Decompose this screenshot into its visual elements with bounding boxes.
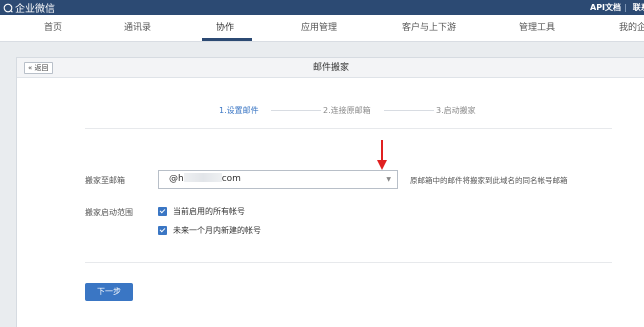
brand-name: 企业微信: [15, 4, 55, 15]
target-mailbox-select[interactable]: @h com ▼: [158, 170, 398, 189]
step-connect-mailbox: 2.连接原邮箱: [323, 106, 371, 115]
step-setup-mail: 1.设置邮件: [219, 106, 259, 115]
option-current-accounts[interactable]: 当前启用的所有帐号: [158, 206, 245, 217]
step-start-migration: 3.启动搬家: [436, 106, 476, 115]
nav-item-home[interactable]: 首页: [44, 15, 62, 42]
nav-active-underline: [202, 38, 252, 41]
step-connector: [384, 110, 434, 111]
checkbox-checked[interactable]: [158, 226, 167, 235]
brand[interactable]: 企业微信: [3, 0, 55, 15]
top-link-separator: |: [624, 3, 627, 12]
top-bar: 企业微信 API文档 | 联系: [0, 0, 644, 15]
option-future-accounts[interactable]: 未来一个月内新建的帐号: [158, 225, 261, 236]
main-nav: 首页 通讯录 协作 应用管理 客户与上下游 管理工具 我的企: [0, 15, 644, 42]
page-title: 邮件搬家: [312, 63, 349, 73]
target-mailbox-label: 搬家至邮箱: [85, 176, 125, 185]
option-label: 未来一个月内新建的帐号: [173, 226, 261, 235]
divider: [85, 128, 612, 129]
back-button[interactable]: « 返回: [24, 62, 53, 74]
api-doc-link[interactable]: API文档: [590, 2, 621, 13]
target-mailbox-suffix: com: [221, 174, 241, 184]
scope-label: 搬家启动范围: [85, 208, 133, 217]
option-label: 当前启用的所有帐号: [173, 207, 245, 216]
chevron-down-icon: ▼: [386, 176, 391, 183]
nav-item-management-tools[interactable]: 管理工具: [519, 15, 555, 42]
next-step-button[interactable]: 下一步: [85, 283, 133, 301]
panel-header: 邮件搬家 « 返回: [17, 58, 644, 78]
top-links: API文档 | 联系: [584, 0, 644, 15]
contact-link[interactable]: 联系: [633, 2, 644, 13]
nav-item-customers[interactable]: 客户与上下游: [402, 15, 456, 42]
nav-item-app-management[interactable]: 应用管理: [301, 15, 337, 42]
mail-migration-panel: 邮件搬家 « 返回 1.设置邮件 2.连接原邮箱 3.启动搬家 搬家至邮箱 @h…: [16, 57, 644, 327]
red-arrow-icon: [377, 140, 387, 170]
checkbox-checked[interactable]: [158, 207, 167, 216]
step-connector: [271, 110, 321, 111]
divider: [85, 262, 612, 263]
target-mailbox-hint: 原邮箱中的邮件将搬家到此域名的同名帐号邮箱: [410, 176, 568, 185]
redacted-domain: [183, 173, 222, 182]
nav-item-contacts[interactable]: 通讯录: [124, 15, 151, 42]
nav-item-my-enterprise[interactable]: 我的企: [619, 15, 644, 42]
wecom-logo-icon: [3, 3, 13, 13]
target-mailbox-prefix: @h: [169, 174, 184, 184]
